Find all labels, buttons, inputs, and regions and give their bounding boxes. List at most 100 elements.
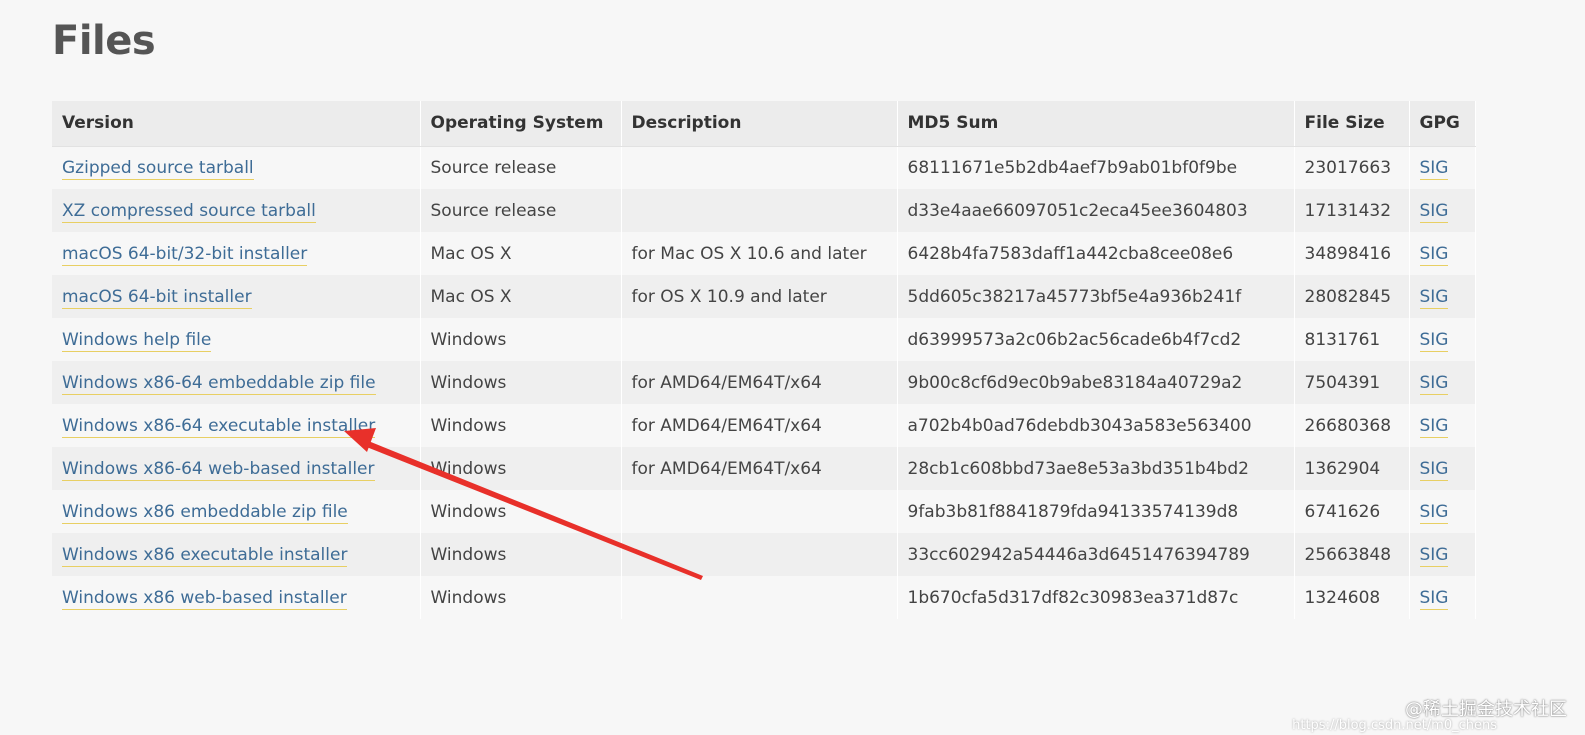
header-version: Version bbox=[52, 101, 421, 147]
table-row: Windows x86-64 web-based installer Windo… bbox=[52, 447, 1476, 490]
os-cell: Windows bbox=[420, 490, 622, 533]
table-row: XZ compressed source tarball Source rele… bbox=[52, 189, 1476, 232]
description-cell bbox=[621, 189, 898, 232]
os-cell: Windows bbox=[420, 404, 622, 447]
files-table: Version Operating System Description MD5… bbox=[52, 101, 1476, 619]
sig-link[interactable]: SIG bbox=[1419, 458, 1449, 481]
sig-link[interactable]: SIG bbox=[1419, 200, 1449, 223]
md5-cell: 9fab3b81f8841879fda94133574139d8 bbox=[897, 490, 1295, 533]
gpg-cell: SIG bbox=[1409, 146, 1476, 189]
file-size-cell: 26680368 bbox=[1294, 404, 1410, 447]
version-cell: Windows x86-64 executable installer bbox=[52, 404, 421, 447]
watermark: @稀土掘金技术社区 https://blog.csdn.net/m0_chens bbox=[1292, 695, 1567, 733]
gpg-cell: SIG bbox=[1409, 447, 1476, 490]
version-link[interactable]: macOS 64-bit installer bbox=[62, 286, 252, 309]
description-cell bbox=[621, 146, 898, 189]
file-size-cell: 7504391 bbox=[1294, 361, 1410, 404]
md5-cell: 5dd605c38217a45773bf5e4a936b241f bbox=[897, 275, 1295, 318]
version-cell: Windows x86-64 web-based installer bbox=[52, 447, 421, 490]
md5-cell: 9b00c8cf6d9ec0b9abe83184a40729a2 bbox=[897, 361, 1295, 404]
gpg-cell: SIG bbox=[1409, 404, 1476, 447]
gpg-cell: SIG bbox=[1409, 576, 1476, 619]
md5-cell: 33cc602942a54446a3d6451476394789 bbox=[897, 533, 1295, 576]
gpg-cell: SIG bbox=[1409, 490, 1476, 533]
file-size-cell: 6741626 bbox=[1294, 490, 1410, 533]
sig-link[interactable]: SIG bbox=[1419, 243, 1449, 266]
table-row: Windows x86 web-based installer Windows … bbox=[52, 576, 1476, 619]
version-cell: Windows help file bbox=[52, 318, 421, 361]
header-row: Version Operating System Description MD5… bbox=[52, 101, 1476, 147]
file-size-cell: 8131761 bbox=[1294, 318, 1410, 361]
md5-cell: 6428b4fa7583daff1a442cba8cee08e6 bbox=[897, 232, 1295, 275]
description-cell: for Mac OS X 10.6 and later bbox=[621, 232, 898, 275]
description-cell: for AMD64/EM64T/x64 bbox=[621, 361, 898, 404]
header-operating-system: Operating System bbox=[420, 101, 622, 147]
description-cell bbox=[621, 576, 898, 619]
table-row: macOS 64-bit/32-bit installer Mac OS X f… bbox=[52, 232, 1476, 275]
description-cell bbox=[621, 490, 898, 533]
header-gpg: GPG bbox=[1409, 101, 1476, 147]
header-file-size: File Size bbox=[1294, 101, 1410, 147]
version-link[interactable]: Windows x86-64 web-based installer bbox=[62, 458, 375, 481]
table-row: Gzipped source tarball Source release 68… bbox=[52, 146, 1476, 189]
sig-link[interactable]: SIG bbox=[1419, 544, 1449, 567]
sig-link[interactable]: SIG bbox=[1419, 415, 1449, 438]
file-size-cell: 23017663 bbox=[1294, 146, 1410, 189]
version-cell: Windows x86 web-based installer bbox=[52, 576, 421, 619]
gpg-cell: SIG bbox=[1409, 533, 1476, 576]
description-cell: for AMD64/EM64T/x64 bbox=[621, 447, 898, 490]
md5-cell: d63999573a2c06b2ac56cade6b4f7cd2 bbox=[897, 318, 1295, 361]
watermark-url: https://blog.csdn.net/m0_chens bbox=[1292, 718, 1497, 733]
file-size-cell: 34898416 bbox=[1294, 232, 1410, 275]
file-size-cell: 1362904 bbox=[1294, 447, 1410, 490]
sig-link[interactable]: SIG bbox=[1419, 587, 1449, 610]
description-cell: for AMD64/EM64T/x64 bbox=[621, 404, 898, 447]
os-cell: Source release bbox=[420, 189, 622, 232]
md5-cell: a702b4b0ad76debdb3043a583e563400 bbox=[897, 404, 1295, 447]
os-cell: Mac OS X bbox=[420, 232, 622, 275]
file-size-cell: 1324608 bbox=[1294, 576, 1410, 619]
header-description: Description bbox=[621, 101, 898, 147]
version-cell: Windows x86 embeddable zip file bbox=[52, 490, 421, 533]
page-title: Files bbox=[52, 18, 156, 64]
header-md5-sum: MD5 Sum bbox=[897, 101, 1295, 147]
sig-link[interactable]: SIG bbox=[1419, 501, 1449, 524]
version-cell: macOS 64-bit/32-bit installer bbox=[52, 232, 421, 275]
version-link[interactable]: Windows x86 embeddable zip file bbox=[62, 501, 348, 524]
os-cell: Windows bbox=[420, 318, 622, 361]
version-link[interactable]: Gzipped source tarball bbox=[62, 157, 254, 180]
version-cell: Gzipped source tarball bbox=[52, 146, 421, 189]
description-cell: for OS X 10.9 and later bbox=[621, 275, 898, 318]
version-link[interactable]: Windows x86-64 executable installer bbox=[62, 415, 376, 438]
gpg-cell: SIG bbox=[1409, 232, 1476, 275]
version-link[interactable]: macOS 64-bit/32-bit installer bbox=[62, 243, 308, 266]
sig-link[interactable]: SIG bbox=[1419, 372, 1449, 395]
version-link[interactable]: XZ compressed source tarball bbox=[62, 200, 316, 223]
sig-link[interactable]: SIG bbox=[1419, 329, 1449, 352]
md5-cell: 68111671e5b2db4aef7b9ab01bf0f9be bbox=[897, 146, 1295, 189]
gpg-cell: SIG bbox=[1409, 318, 1476, 361]
os-cell: Windows bbox=[420, 361, 622, 404]
downloads-page: Files Version Operating System Descripti… bbox=[0, 0, 1585, 735]
sig-link[interactable]: SIG bbox=[1419, 286, 1449, 309]
sig-link[interactable]: SIG bbox=[1419, 157, 1449, 180]
table-row: Windows x86-64 executable installer Wind… bbox=[52, 404, 1476, 447]
file-size-cell: 25663848 bbox=[1294, 533, 1410, 576]
table-row: Windows x86-64 embeddable zip file Windo… bbox=[52, 361, 1476, 404]
md5-cell: 28cb1c608bbd73ae8e53a3bd351b4bd2 bbox=[897, 447, 1295, 490]
table-row: Windows x86 embeddable zip file Windows … bbox=[52, 490, 1476, 533]
table-row: Windows help file Windows d63999573a2c06… bbox=[52, 318, 1476, 361]
description-cell bbox=[621, 318, 898, 361]
version-cell: macOS 64-bit installer bbox=[52, 275, 421, 318]
version-link[interactable]: Windows x86 web-based installer bbox=[62, 587, 347, 610]
table-row: Windows x86 executable installer Windows… bbox=[52, 533, 1476, 576]
gpg-cell: SIG bbox=[1409, 361, 1476, 404]
version-cell: XZ compressed source tarball bbox=[52, 189, 421, 232]
watermark-text: @稀土掘金技术社区 bbox=[1405, 699, 1567, 720]
version-link[interactable]: Windows x86 executable installer bbox=[62, 544, 348, 567]
os-cell: Windows bbox=[420, 533, 622, 576]
file-size-cell: 17131432 bbox=[1294, 189, 1410, 232]
version-link[interactable]: Windows help file bbox=[62, 329, 212, 352]
table-body: Gzipped source tarball Source release 68… bbox=[52, 146, 1476, 619]
version-link[interactable]: Windows x86-64 embeddable zip file bbox=[62, 372, 376, 395]
